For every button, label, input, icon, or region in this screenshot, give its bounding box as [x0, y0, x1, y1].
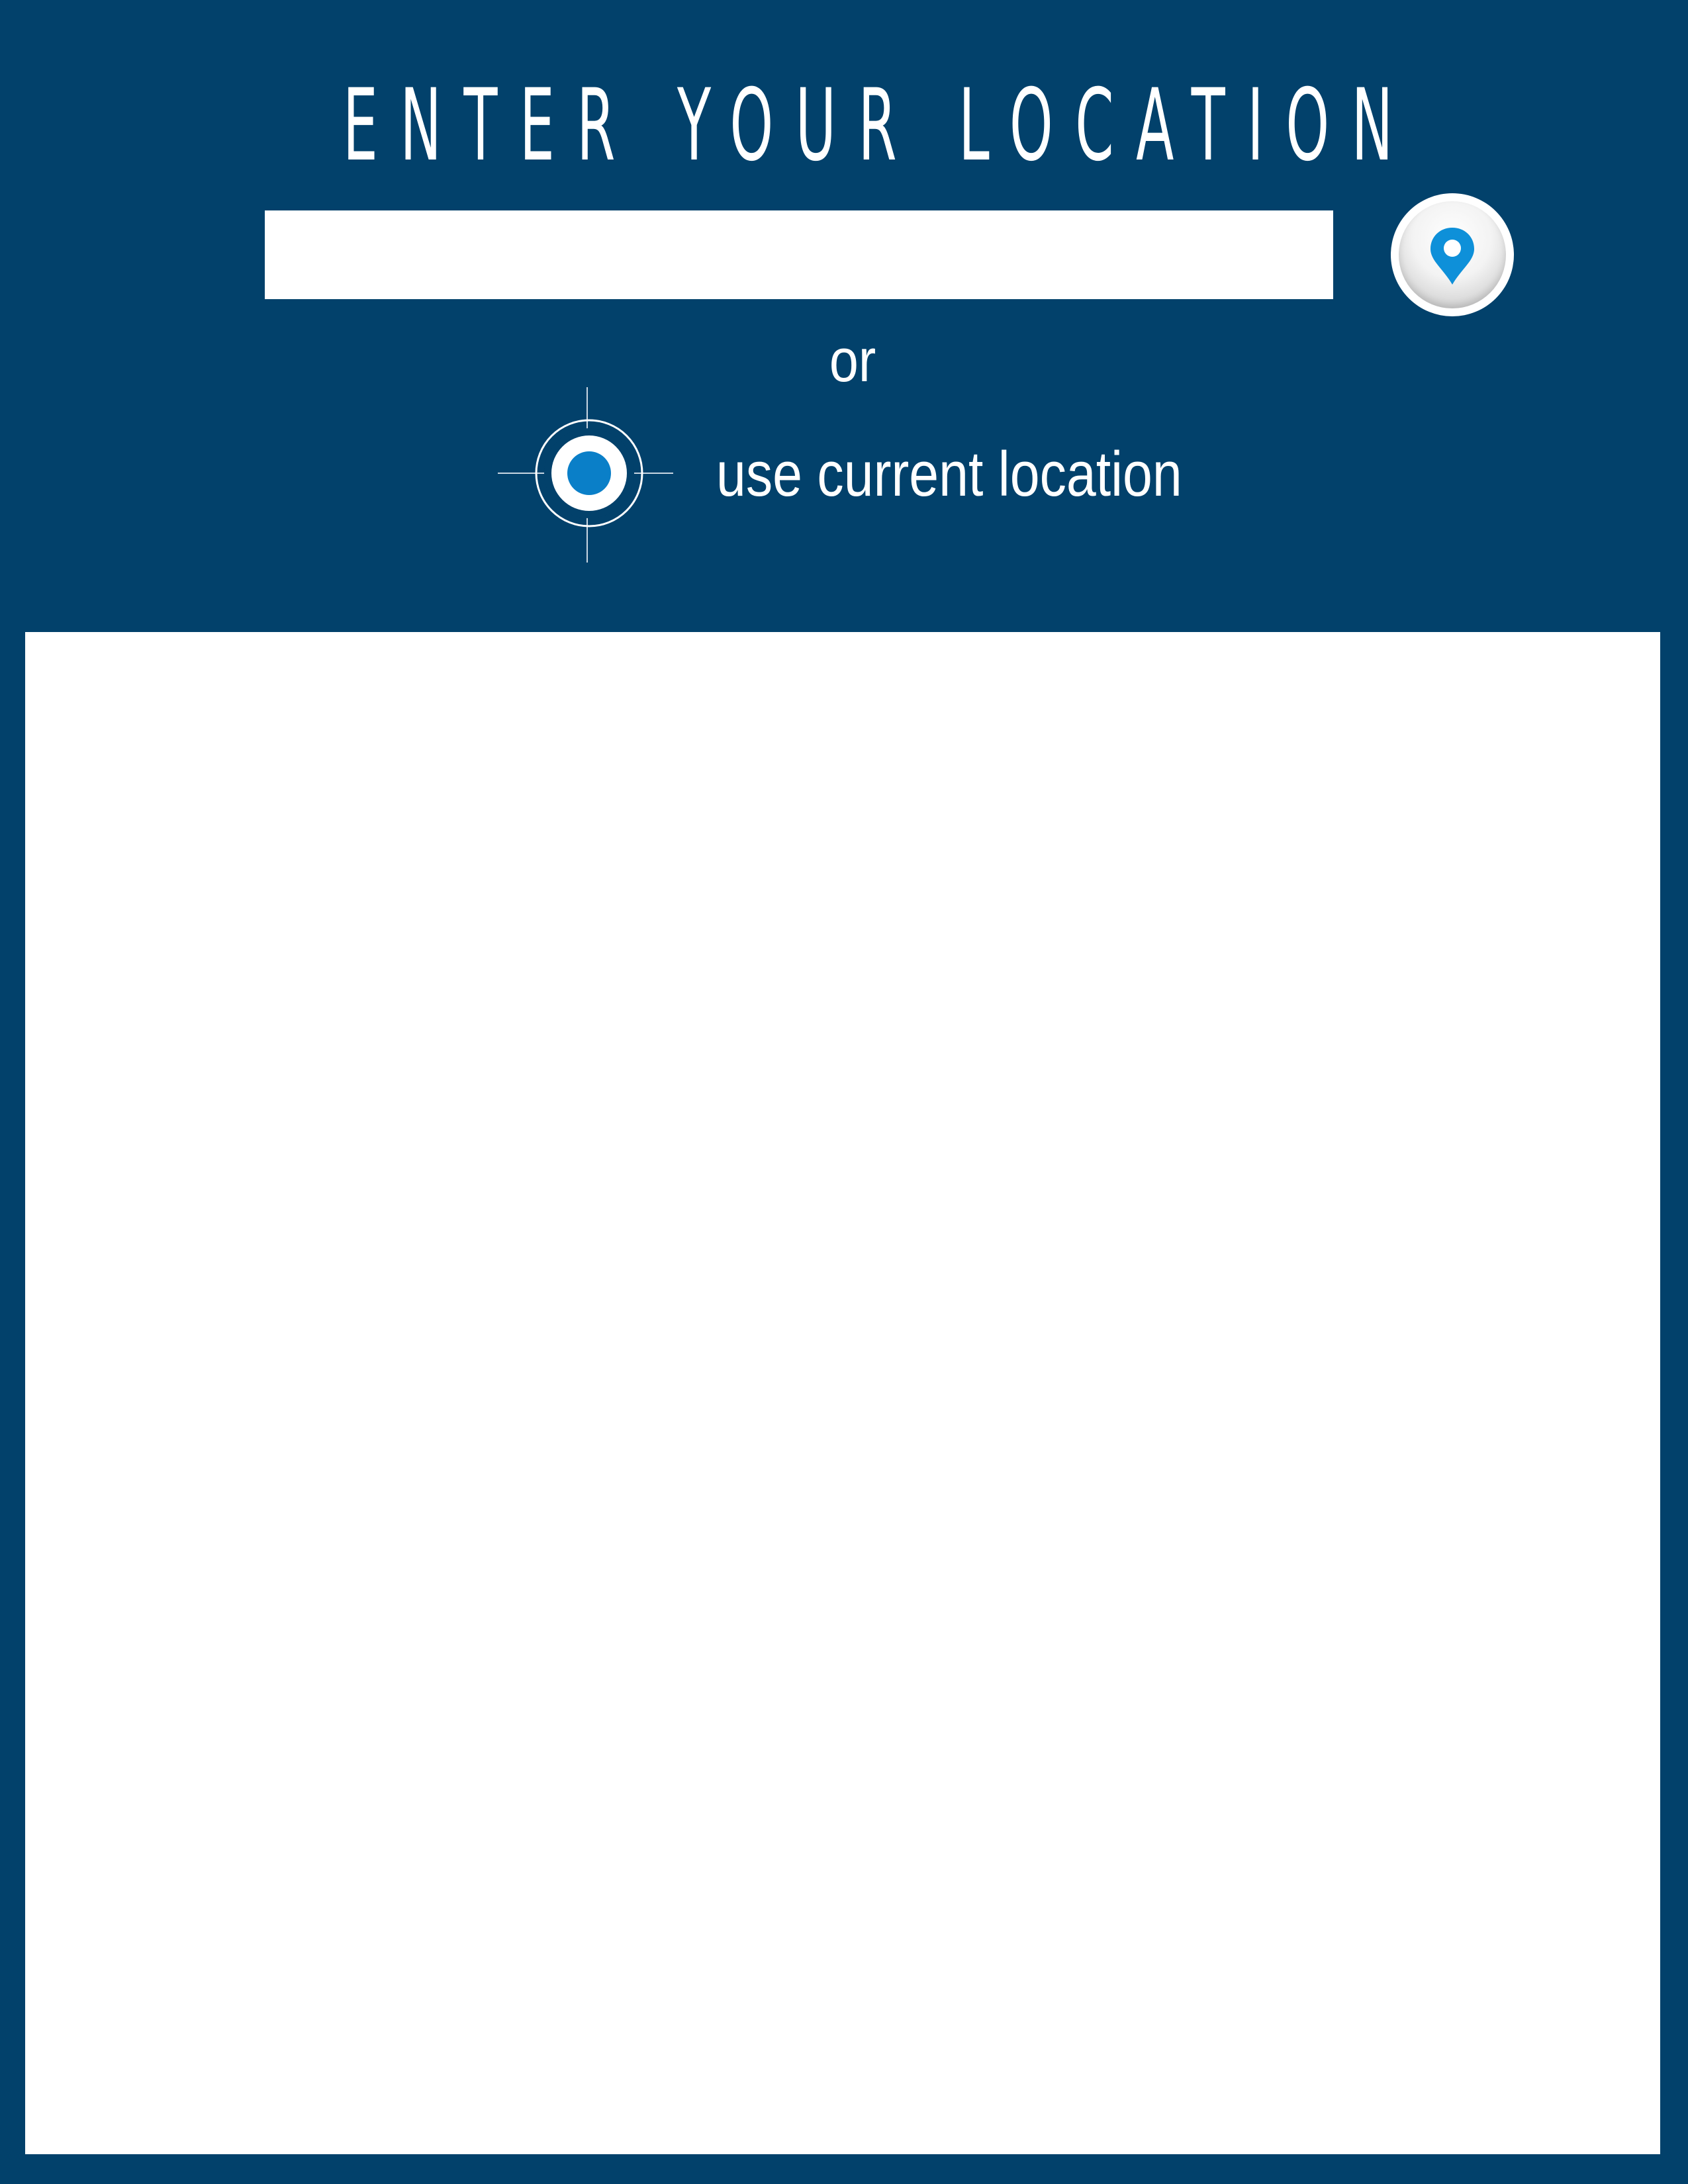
map-panel[interactable]	[25, 632, 1660, 2154]
map-pin-icon	[1430, 228, 1474, 285]
use-current-location-button[interactable]: use current location	[498, 387, 1182, 563]
use-current-location-label: use current location	[716, 439, 1182, 510]
page-title: ENTER YOUR LOCATION	[342, 68, 1415, 183]
crosshair-target-icon	[498, 387, 673, 563]
location-search-input[interactable]	[265, 210, 1333, 299]
locate-button[interactable]	[1391, 193, 1514, 316]
or-separator: or	[829, 327, 876, 394]
